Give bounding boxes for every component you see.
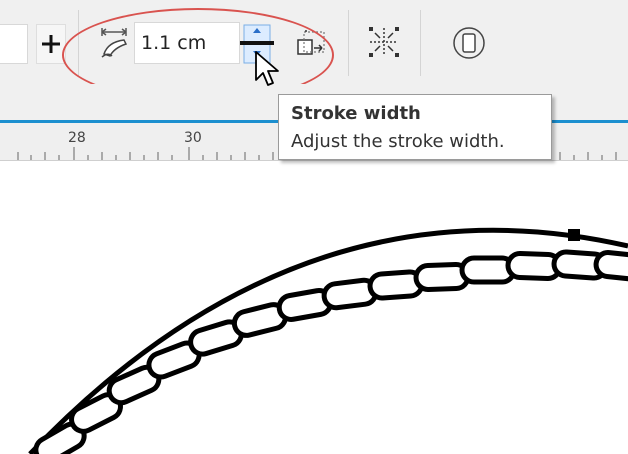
- rounded-rect-icon[interactable]: [452, 26, 486, 60]
- rope-drawing[interactable]: [0, 161, 628, 454]
- drawing-canvas[interactable]: [0, 161, 628, 454]
- toolbar-separator: [348, 10, 349, 76]
- tooltip-description: Adjust the stroke width.: [291, 131, 505, 152]
- plus-icon: [42, 35, 60, 53]
- center-nodes-icon[interactable]: [366, 24, 402, 60]
- toolbar-separator: [420, 10, 421, 76]
- tooltip-title: Stroke width: [291, 103, 421, 124]
- selection-handle[interactable]: [568, 229, 580, 241]
- partial-input[interactable]: [0, 24, 28, 64]
- property-bar: 1.1 cm: [0, 0, 628, 102]
- tooltip: Stroke width Adjust the stroke width.: [278, 94, 552, 160]
- mouse-cursor-icon: [255, 51, 279, 86]
